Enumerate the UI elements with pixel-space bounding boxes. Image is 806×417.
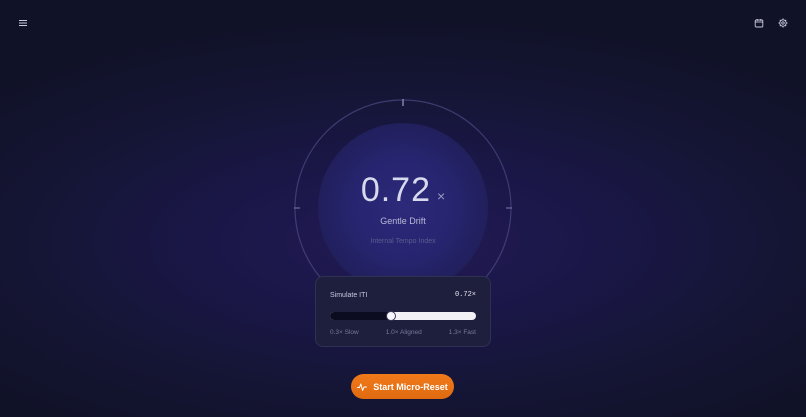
start-micro-reset-label: Start Micro-Reset bbox=[373, 381, 448, 392]
tick-aligned: 1.0× Aligned bbox=[385, 329, 422, 336]
tempo-state-label: Gentle Drift bbox=[380, 216, 426, 226]
activity-icon bbox=[357, 382, 368, 392]
calendar-icon bbox=[754, 19, 764, 28]
dial-readout: 0.72 × Gentle Drift Internal Tempo Index bbox=[294, 171, 512, 245]
calendar-button[interactable] bbox=[750, 14, 768, 32]
menu-icon bbox=[19, 20, 27, 26]
settings-button[interactable] bbox=[774, 14, 792, 32]
iti-slider-ticks: 0.3× Slow 1.0× Aligned 1.3× Fast bbox=[330, 329, 476, 336]
tempo-unit: × bbox=[437, 188, 446, 204]
iti-slider-fill bbox=[330, 312, 392, 320]
tempo-value: 0.72 bbox=[360, 171, 431, 209]
tick-slow: 0.3× Slow bbox=[330, 329, 359, 336]
iti-slider-thumb[interactable] bbox=[386, 311, 397, 321]
tick-fast: 1.3× Fast bbox=[448, 329, 476, 336]
start-micro-reset-button[interactable]: Start Micro-Reset bbox=[351, 374, 454, 399]
gear-icon bbox=[778, 18, 788, 28]
simulate-iti-title: Simulate ITI bbox=[330, 291, 368, 299]
tempo-caption: Internal Tempo Index bbox=[370, 238, 436, 245]
simulate-iti-card: Simulate ITI 0.72× 0.3× Slow 1.0× Aligne… bbox=[315, 276, 491, 347]
menu-button[interactable] bbox=[14, 14, 32, 32]
simulate-iti-value: 0.72× bbox=[454, 291, 476, 299]
iti-slider[interactable] bbox=[330, 311, 476, 321]
